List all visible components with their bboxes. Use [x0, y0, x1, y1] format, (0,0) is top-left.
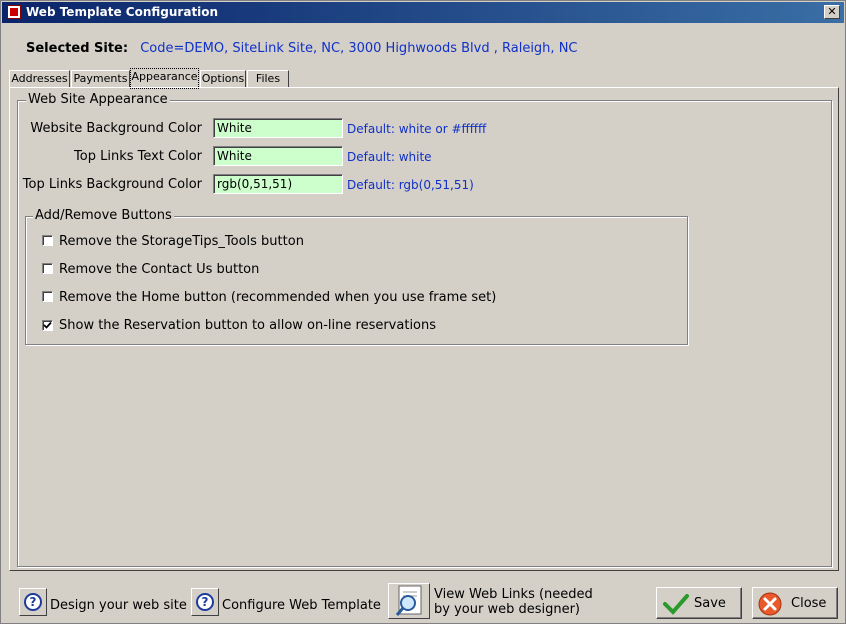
checkbox-box-checked[interactable] — [42, 320, 53, 331]
tab-payments[interactable]: Payments — [71, 70, 130, 88]
main-window: Web Template Configuration ✕ Selected Si… — [0, 0, 846, 624]
top-links-text-color-label: Top Links Text Color — [74, 149, 202, 164]
selected-site-value: Code=DEMO, SiteLink Site, NC, 3000 Highw… — [140, 41, 578, 56]
top-links-bg-color-input[interactable]: rgb(0,51,51) — [213, 174, 343, 194]
add-remove-buttons-group: Add/Remove Buttons Remove the StorageTip… — [25, 208, 688, 345]
magnifier-icon — [388, 583, 430, 619]
top-links-text-color-hint: Default: white — [347, 150, 432, 164]
tab-panel-appearance: Web Site Appearance Website Background C… — [9, 87, 839, 571]
window-close-button[interactable]: ✕ — [824, 5, 840, 19]
selected-site-label: Selected Site: — [26, 41, 129, 56]
save-button[interactable]: Save — [656, 587, 742, 619]
view-web-links-line2: by your web designer) — [434, 602, 580, 617]
top-links-bg-color-hint: Default: rgb(0,51,51) — [347, 178, 474, 192]
view-web-links-line1: View Web Links (needed — [434, 587, 593, 602]
checkmark-icon — [43, 321, 52, 329]
website-bg-color-input[interactable]: White — [213, 118, 343, 138]
web-site-appearance-group: Web Site Appearance Website Background C… — [17, 92, 832, 567]
design-web-site-label: Design your web site — [50, 598, 187, 613]
checkbox-box[interactable] — [42, 263, 53, 274]
view-web-links-label: View Web Links (needed by your web design… — [434, 587, 593, 617]
checkmark-icon — [663, 594, 689, 615]
remove-storagetips-label: Remove the StorageTips_Tools button — [59, 234, 304, 249]
remove-home-label: Remove the Home button (recommended when… — [59, 290, 497, 305]
configure-web-template-label: Configure Web Template — [222, 598, 381, 613]
website-bg-color-hint: Default: white or #ffffff — [347, 122, 487, 136]
configure-web-template-button[interactable]: ? Configure Web Template — [191, 588, 381, 620]
remove-contact-us-label: Remove the Contact Us button — [59, 262, 260, 277]
website-bg-color-label: Website Background Color — [30, 121, 202, 136]
window-title: Web Template Configuration — [26, 5, 219, 19]
view-web-links-button[interactable]: View Web Links (needed by your web design… — [388, 583, 598, 621]
show-reservation-label: Show the Reservation button to allow on-… — [59, 318, 437, 333]
design-web-site-button[interactable]: ? Design your web site — [19, 588, 189, 620]
checkbox-box[interactable] — [42, 235, 53, 246]
tab-addresses[interactable]: Addresses — [9, 70, 70, 88]
help-icon: ? — [191, 588, 219, 616]
top-links-text-color-input[interactable]: White — [213, 146, 343, 166]
checkbox-box[interactable] — [42, 291, 53, 302]
tab-options[interactable]: Options — [200, 70, 246, 88]
show-reservation-checkbox[interactable]: Show the Reservation button to allow on-… — [42, 318, 436, 333]
web-site-appearance-title: Web Site Appearance — [26, 92, 170, 107]
title-bar: Web Template Configuration ✕ — [2, 2, 844, 23]
app-icon — [7, 5, 21, 19]
save-label: Save — [694, 596, 726, 611]
tab-files[interactable]: Files — [247, 70, 289, 88]
add-remove-buttons-title: Add/Remove Buttons — [33, 208, 174, 223]
close-button[interactable]: Close — [752, 587, 838, 619]
help-icon: ? — [19, 588, 47, 616]
cancel-icon — [758, 592, 782, 616]
remove-contact-us-checkbox[interactable]: Remove the Contact Us button — [42, 262, 259, 277]
close-label: Close — [791, 596, 827, 611]
remove-home-checkbox[interactable]: Remove the Home button (recommended when… — [42, 290, 496, 305]
selected-site: Selected Site: Code=DEMO, SiteLink Site,… — [26, 41, 578, 56]
tab-appearance[interactable]: Appearance — [130, 68, 199, 89]
top-links-bg-color-label: Top Links Background Color — [22, 177, 202, 192]
remove-storagetips-checkbox[interactable]: Remove the StorageTips_Tools button — [42, 234, 304, 249]
